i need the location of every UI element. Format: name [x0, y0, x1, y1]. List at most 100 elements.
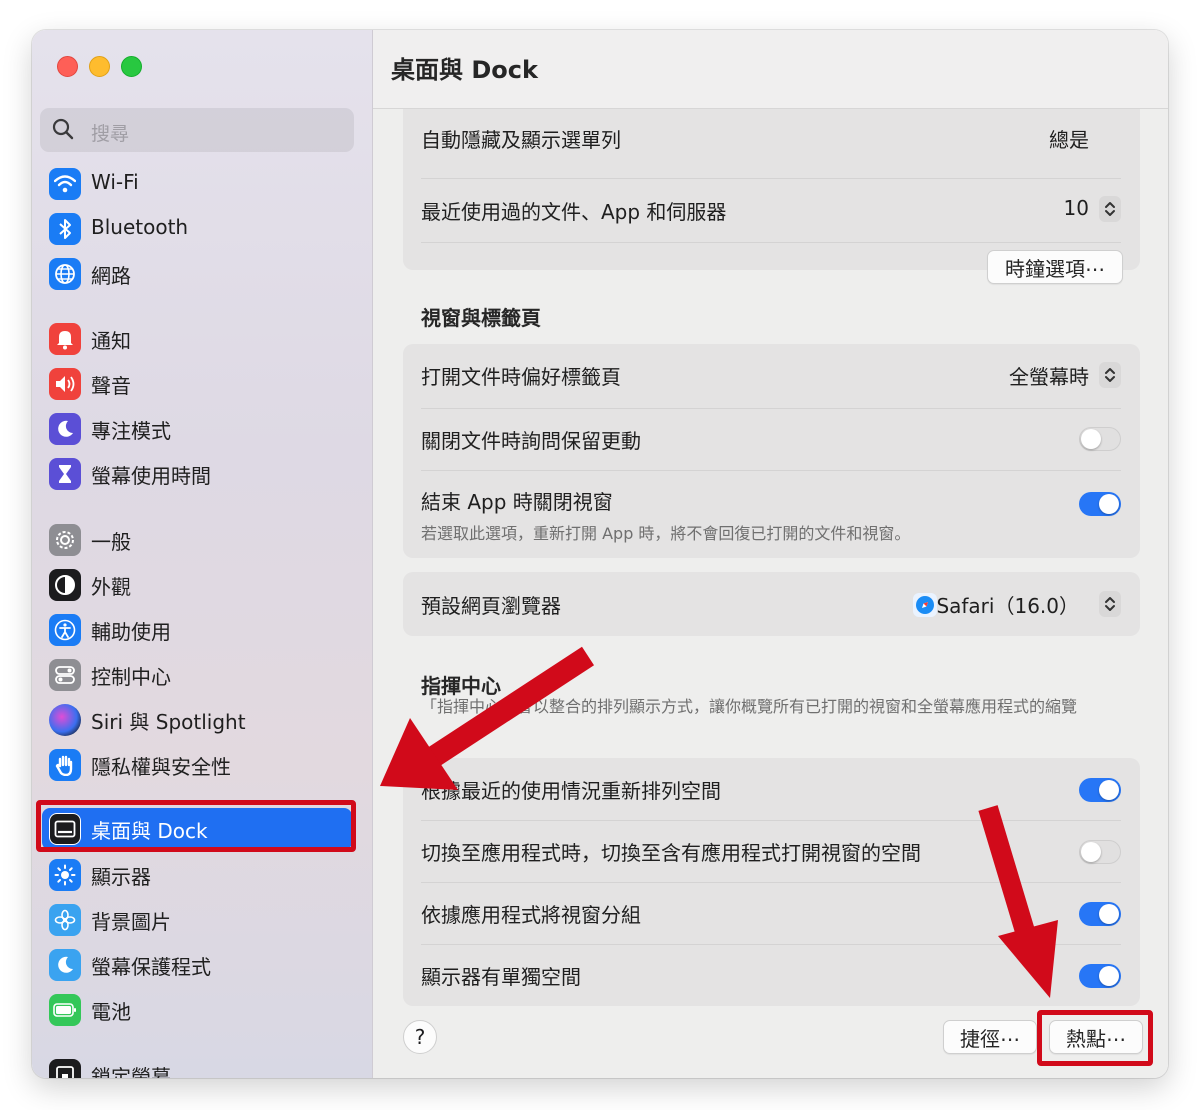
- sun-icon: [49, 859, 81, 891]
- sidebar-item-wifi[interactable]: Wi-Fi: [32, 161, 372, 205]
- separator: [421, 178, 1121, 179]
- annotation-arrow-icon: [380, 646, 595, 790]
- sidebar-item-screen-time[interactable]: 螢幕使用時間: [32, 451, 372, 495]
- bell-icon: [49, 323, 81, 355]
- sidebar-item-label: 通知: [91, 329, 131, 353]
- page-title: 桌面與 Dock: [391, 56, 538, 84]
- sidebar-item-bluetooth[interactable]: Bluetooth: [32, 206, 372, 250]
- separator: [421, 242, 1121, 243]
- sidebar-item-notifications[interactable]: 通知: [32, 316, 372, 360]
- flower-icon: [49, 904, 81, 936]
- control-center-icon: [49, 659, 81, 691]
- search-placeholder: 搜尋: [91, 123, 130, 145]
- bluetooth-icon: [49, 213, 81, 245]
- sidebar-item-label: 網路: [91, 264, 131, 288]
- sidebar-item-label: 鎖定螢幕: [91, 1065, 171, 1078]
- sidebar-item-label: 背景圖片: [91, 910, 171, 934]
- sidebar-item-network[interactable]: 網路: [32, 251, 372, 295]
- siri-icon: [49, 704, 81, 736]
- sidebar-item-control-center[interactable]: 控制中心: [32, 652, 372, 696]
- ask-keep-changes-row: 關閉文件時詢問保留更動: [421, 408, 1121, 470]
- sidebar-item-label: 聲音: [91, 374, 131, 398]
- switch-space-toggle[interactable]: [1079, 840, 1121, 864]
- shortcuts-button[interactable]: 捷徑⋯: [943, 1020, 1037, 1054]
- close-windows-toggle[interactable]: [1079, 492, 1121, 516]
- sidebar-item-sound[interactable]: 聲音: [32, 361, 372, 405]
- sidebar-item-label: Bluetooth: [91, 215, 189, 239]
- row-label: 結束 App 時關閉視窗: [421, 490, 613, 514]
- appearance-icon: [49, 569, 81, 601]
- sidebar-item-lock-screen[interactable]: 鎖定螢幕: [32, 1052, 372, 1078]
- row-subtitle: 若選取此選項，重新打開 App 時，將不會回復已打開的文件和視窗。: [421, 524, 911, 543]
- globe-icon: [49, 258, 81, 290]
- sidebar-item-screen-saver[interactable]: 螢幕保護程式: [32, 942, 372, 986]
- sidebar-item-label: 隱私權與安全性: [91, 755, 231, 779]
- hand-icon: [49, 749, 81, 781]
- separate-spaces-toggle[interactable]: [1079, 964, 1121, 988]
- sidebar-item-siri-spotlight[interactable]: Siri 與 Spotlight: [32, 697, 372, 741]
- sidebar-item-label: Siri 與 Spotlight: [91, 710, 246, 734]
- close-windows-row: 結束 App 時關閉視窗 若選取此選項，重新打開 App 時，將不會回復已打開的…: [421, 470, 1121, 558]
- ask-keep-changes-toggle[interactable]: [1079, 427, 1121, 451]
- help-button[interactable]: ?: [403, 1020, 437, 1054]
- sidebar-item-battery[interactable]: 電池: [32, 987, 372, 1031]
- sidebar-item-wallpaper[interactable]: 背景圖片: [32, 897, 372, 941]
- zoom-window-button[interactable]: [121, 56, 142, 77]
- minimize-window-button[interactable]: [89, 56, 110, 77]
- hourglass-icon: [49, 458, 81, 490]
- clock-options-button[interactable]: 時鐘選項⋯: [987, 250, 1123, 284]
- sidebar-item-label: Wi-Fi: [91, 170, 139, 194]
- wifi-icon: [49, 168, 81, 200]
- sidebar-item-general[interactable]: 一般: [32, 517, 372, 561]
- prefer-tabs-row: 打開文件時偏好標籤頁 全螢幕時: [421, 344, 1121, 408]
- row-label: 切換至應用程式時，切換至含有應用程式打開視窗的空間: [421, 841, 921, 865]
- sidebar-item-accessibility[interactable]: 輔助使用: [32, 607, 372, 651]
- recent-items-value[interactable]: 10: [1064, 196, 1089, 220]
- default-browser-value[interactable]: Safari（16.0）: [936, 590, 1079, 619]
- row-label: 自動隱藏及顯示選單列: [421, 128, 621, 152]
- sidebar-item-label: 控制中心: [91, 665, 171, 689]
- browser-group: 預設網頁瀏覽器 Safari（16.0）: [403, 572, 1140, 636]
- row-label: 預設網頁瀏覽器: [421, 594, 561, 618]
- battery-icon: [49, 994, 81, 1026]
- sidebar-item-privacy[interactable]: 隱私權與安全性: [32, 742, 372, 786]
- search-input[interactable]: 搜尋: [40, 108, 354, 152]
- annotation-highlight-box: [36, 800, 356, 852]
- sidebar-item-label: 專注模式: [91, 419, 171, 443]
- annotation-arrow-icon: [978, 805, 1058, 998]
- recent-items-row: 最近使用過的文件、App 和伺服器 10: [421, 184, 1121, 234]
- auto-hide-menu-bar-row[interactable]: 自動隱藏及顯示選單列 總是: [421, 118, 1121, 158]
- title-bar: 桌面與 Dock: [373, 30, 1168, 109]
- screensaver-icon: [49, 949, 81, 981]
- sidebar-item-focus[interactable]: 專注模式: [32, 406, 372, 450]
- sidebar-item-displays[interactable]: 顯示器: [32, 852, 372, 896]
- sidebar-item-appearance[interactable]: 外觀: [32, 562, 372, 606]
- row-label: 關閉文件時詢問保留更動: [421, 429, 641, 453]
- sidebar-item-label: 外觀: [91, 575, 131, 599]
- annotation-highlight-box: [1037, 1010, 1153, 1066]
- section-title: 視窗與標籤頁: [421, 306, 541, 330]
- row-label: 依據應用程式將視窗分組: [421, 903, 641, 927]
- windows-group: 打開文件時偏好標籤頁 全螢幕時 關閉文件時詢問保留更動 結束 App 時關閉視窗…: [403, 344, 1140, 558]
- row-label: 打開文件時偏好標籤頁: [421, 365, 621, 389]
- row-label: 最近使用過的文件、App 和伺服器: [421, 200, 727, 224]
- default-browser-row: 預設網頁瀏覽器 Safari（16.0）: [421, 572, 1121, 636]
- group-windows-toggle[interactable]: [1079, 902, 1121, 926]
- sidebar-item-label: 螢幕保護程式: [91, 955, 211, 979]
- row-label: 顯示器有單獨空間: [421, 965, 581, 989]
- sidebar-item-label: 顯示器: [91, 865, 151, 889]
- lock-screen-icon: [49, 1059, 81, 1078]
- sidebar: 搜尋 Wi-Fi Bluetooth 網路 通知 聲音 專注模式 螢幕使用時間 …: [32, 30, 373, 1078]
- sidebar-item-label: 電池: [91, 1000, 131, 1024]
- speaker-icon: [49, 368, 81, 400]
- prefer-tabs-value[interactable]: 全螢幕時: [1009, 361, 1089, 390]
- moon-icon: [49, 413, 81, 445]
- chevron-updown-icon[interactable]: [1099, 591, 1121, 617]
- close-window-button[interactable]: [57, 56, 78, 77]
- sidebar-item-label: 螢幕使用時間: [91, 464, 211, 488]
- accessibility-icon: [49, 614, 81, 646]
- chevron-updown-icon[interactable]: [1099, 362, 1121, 388]
- gear-icon: [49, 524, 81, 556]
- rearrange-spaces-toggle[interactable]: [1079, 778, 1121, 802]
- chevron-updown-icon[interactable]: [1099, 196, 1121, 222]
